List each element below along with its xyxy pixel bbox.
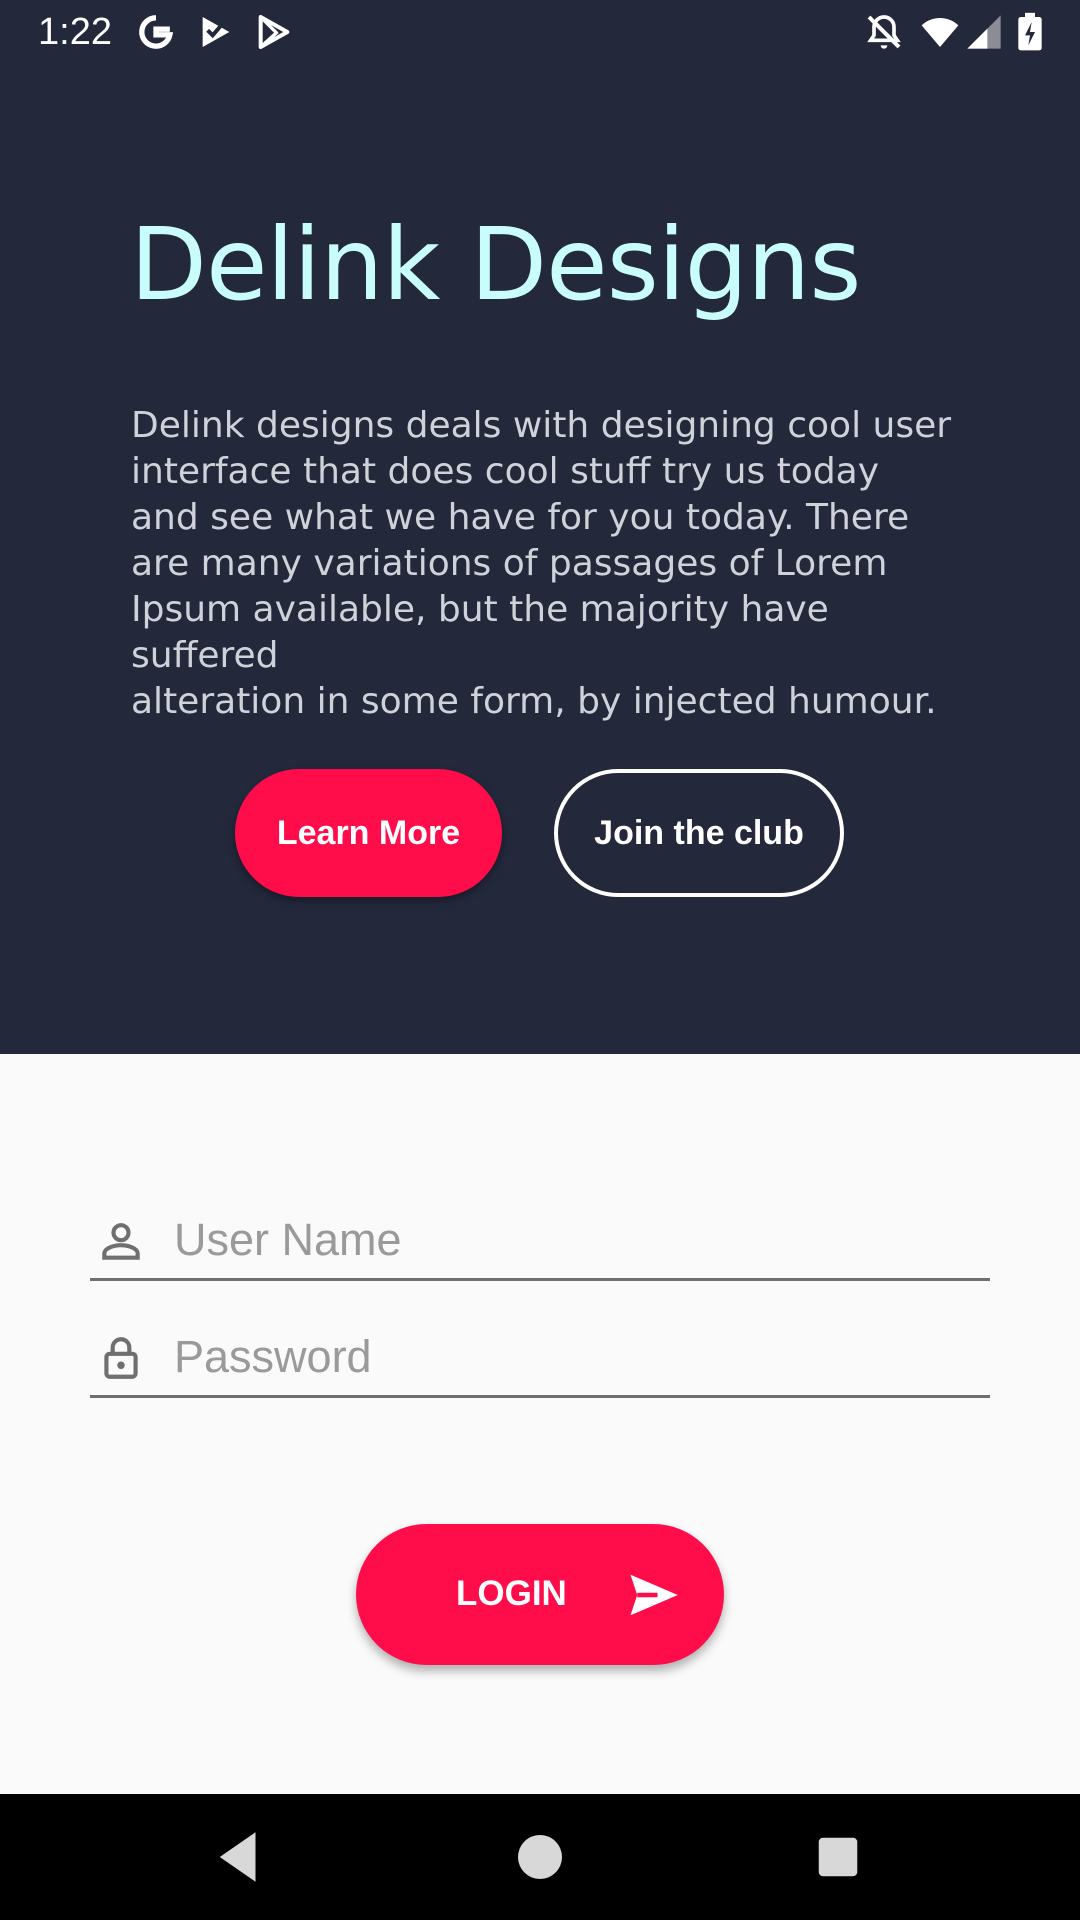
login-label: LOGIN	[456, 1574, 567, 1613]
page-title: Delink Designs	[130, 206, 862, 323]
wifi-icon	[920, 12, 960, 52]
person-icon	[96, 1214, 146, 1268]
hero-section: 1:22 Delink Designs Delink designs deals…	[0, 0, 1080, 1054]
username-field	[90, 1204, 990, 1281]
tasks-icon	[196, 12, 236, 52]
notifications-off-icon	[864, 12, 904, 52]
send-icon	[624, 1568, 682, 1622]
home-icon[interactable]	[507, 1824, 573, 1890]
status-time: 1:22	[38, 11, 112, 53]
app-screen: 1:22 Delink Designs Delink designs deals…	[0, 0, 1080, 1920]
join-club-button[interactable]: Join the club	[554, 769, 844, 897]
navigation-bar	[0, 1794, 1080, 1920]
login-button[interactable]: LOGIN	[356, 1524, 724, 1665]
password-field	[90, 1321, 990, 1398]
recents-icon[interactable]	[805, 1824, 871, 1890]
battery-charging-icon	[1012, 12, 1048, 52]
learn-more-button[interactable]: Learn More	[235, 769, 502, 897]
status-bar: 1:22	[0, 0, 1080, 63]
google-icon	[136, 12, 176, 52]
password-input[interactable]	[174, 1325, 974, 1389]
lock-icon	[96, 1331, 146, 1385]
hero-description: Delink designs deals with designing cool…	[131, 405, 952, 722]
play-store-icon	[254, 12, 294, 52]
username-input[interactable]	[174, 1208, 974, 1272]
back-icon[interactable]	[206, 1824, 272, 1890]
cell-signal-icon	[964, 12, 1004, 52]
